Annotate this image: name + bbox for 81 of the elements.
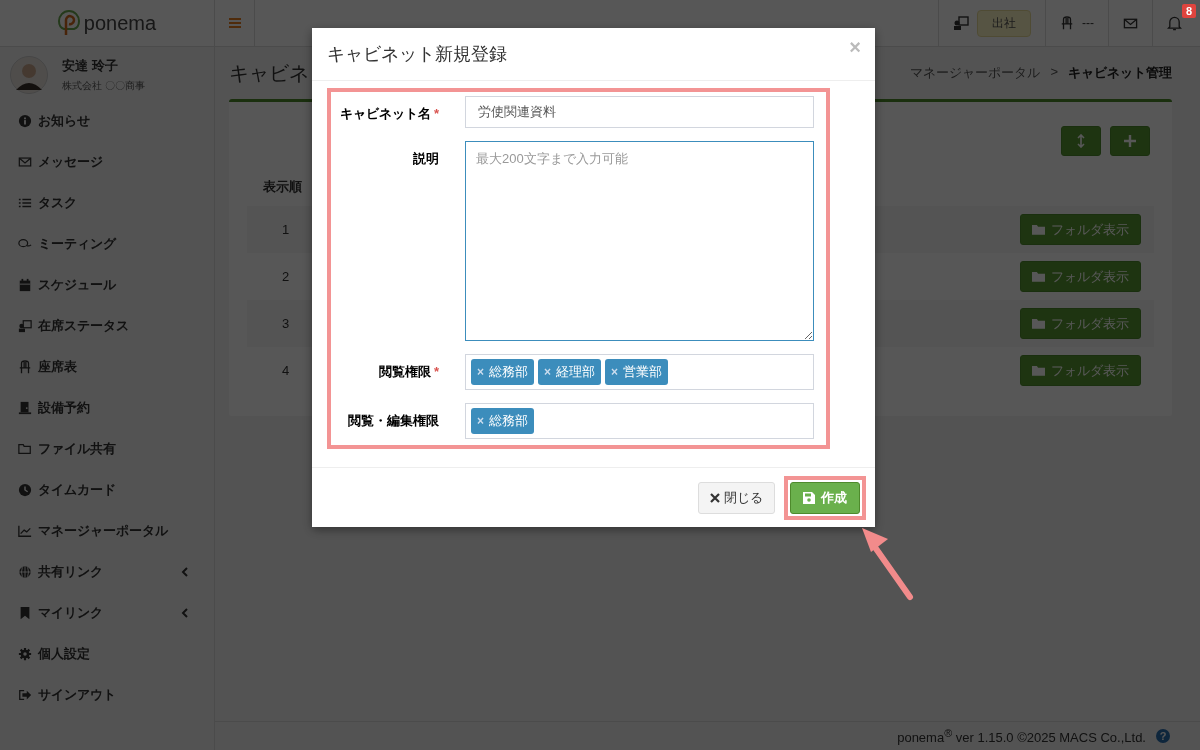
info-icon <box>18 113 32 128</box>
sidebar-item[interactable]: タイムカード <box>0 469 206 510</box>
folder-icon <box>1032 318 1045 329</box>
field-label: キャビネット名 <box>339 106 431 121</box>
field-label: 説明 <box>413 151 439 166</box>
field-label: 閲覧・編集権限 <box>348 413 439 428</box>
folder-view-button[interactable]: フォルダ表示 <box>1020 308 1141 339</box>
sidebar-item[interactable]: ファイル共有 <box>0 428 206 469</box>
door-icon <box>18 400 32 415</box>
sidebar-item[interactable]: 設備予約 <box>0 387 206 428</box>
folder-icon <box>1032 271 1045 282</box>
presence-icon <box>18 318 32 333</box>
sort-button[interactable] <box>1061 126 1101 156</box>
sidebar-item[interactable]: マイリンク <box>0 592 206 633</box>
seat-icon <box>18 359 32 374</box>
sidebar-item[interactable]: 在席ステータス <box>0 305 206 346</box>
presence-icon[interactable] <box>953 15 969 31</box>
sidebar-item[interactable]: 座席表 <box>0 346 206 387</box>
logo-icon <box>57 10 80 36</box>
close-button[interactable]: × <box>849 36 861 59</box>
chart-icon <box>18 523 32 538</box>
folder-view-button[interactable]: フォルダ表示 <box>1020 214 1141 245</box>
modal-title: キャビネット新規登録 <box>327 43 507 66</box>
sidebar-item[interactable]: お知らせ <box>0 100 206 141</box>
chevron-icon <box>181 607 188 618</box>
permission-field[interactable]: × 総務部 <box>465 403 814 439</box>
folder-icon <box>1032 224 1045 235</box>
seat-text: --- <box>1082 16 1094 30</box>
calendar-icon <box>18 277 32 292</box>
page-title: キャビネ <box>229 60 309 86</box>
table-cell: 2 <box>282 269 290 284</box>
clock-icon <box>18 482 32 497</box>
department-tag[interactable]: × 経理部 <box>538 359 602 385</box>
save-icon <box>803 491 815 504</box>
department-tag[interactable]: × 総務部 <box>471 359 534 385</box>
sidebar-item[interactable]: サインアウト <box>0 674 206 715</box>
close-icon <box>710 492 720 503</box>
close-dialog-button[interactable]: 閉じる <box>698 481 775 514</box>
user-name: 安達 玲子 <box>62 57 119 75</box>
settings-icon <box>18 646 32 661</box>
sidebar-item[interactable]: メッセージ <box>0 141 206 182</box>
cabinet-name-field[interactable]: 労使関連資料 <box>465 96 814 128</box>
bell-icon[interactable] <box>1167 15 1182 31</box>
sidebar-item[interactable]: スケジュール <box>0 264 206 305</box>
help-button[interactable]: ? <box>1156 729 1170 743</box>
chevron-icon <box>181 566 188 577</box>
mail-icon <box>18 154 32 169</box>
footer-text: ponema$^{®}$ ver 1.15.0 ©2025 MACS Co.,Ltd. <box>897 726 1146 746</box>
folder-icon <box>18 441 32 456</box>
sign-out-icon <box>18 687 32 702</box>
sidebar-item[interactable]: ミーティング <box>0 223 206 264</box>
breadcrumb-item: キャビネット管理 <box>1068 64 1172 82</box>
avatar <box>10 56 48 94</box>
required-mark: * <box>433 364 439 379</box>
sidebar-item[interactable]: 個人設定 <box>0 633 206 674</box>
sidebar-item[interactable]: 共有リンク <box>0 551 206 592</box>
column-header: 表示順 <box>263 179 302 194</box>
sidebar-item[interactable]: タスク <box>0 182 206 223</box>
breadcrumb-separator: > <box>1050 64 1058 81</box>
department-tag[interactable]: × 総務部 <box>471 408 534 434</box>
globe-icon <box>18 564 32 579</box>
folder-view-button[interactable]: フォルダ表示 <box>1020 355 1141 386</box>
create-button[interactable]: 作成 <box>790 481 860 514</box>
bookmark-icon <box>18 605 32 620</box>
description-field[interactable]: 最大200文字まで入力可能 <box>465 141 814 341</box>
department-tag[interactable]: × 営業部 <box>605 359 669 385</box>
folder-view-button[interactable]: フォルダ表示 <box>1020 261 1141 292</box>
field-label: 閲覧権限 <box>378 364 431 379</box>
table-cell: 3 <box>282 316 290 331</box>
table-cell: 1 <box>282 222 290 237</box>
sort-icon <box>1077 134 1085 148</box>
required-mark: * <box>433 106 439 121</box>
brand-name: ponema <box>83 11 157 35</box>
plus-icon <box>1124 135 1136 147</box>
seat-icon[interactable] <box>1060 15 1074 31</box>
folder-icon <box>1032 365 1045 376</box>
table-cell: 4 <box>282 363 290 378</box>
notification-badge: 8 <box>1181 4 1196 18</box>
permission-field[interactable]: × 総務部 × 経理部 × 営業部 <box>465 354 814 390</box>
add-button[interactable] <box>1110 126 1150 156</box>
sidebar-item[interactable]: マネージャーポータル <box>0 510 206 551</box>
